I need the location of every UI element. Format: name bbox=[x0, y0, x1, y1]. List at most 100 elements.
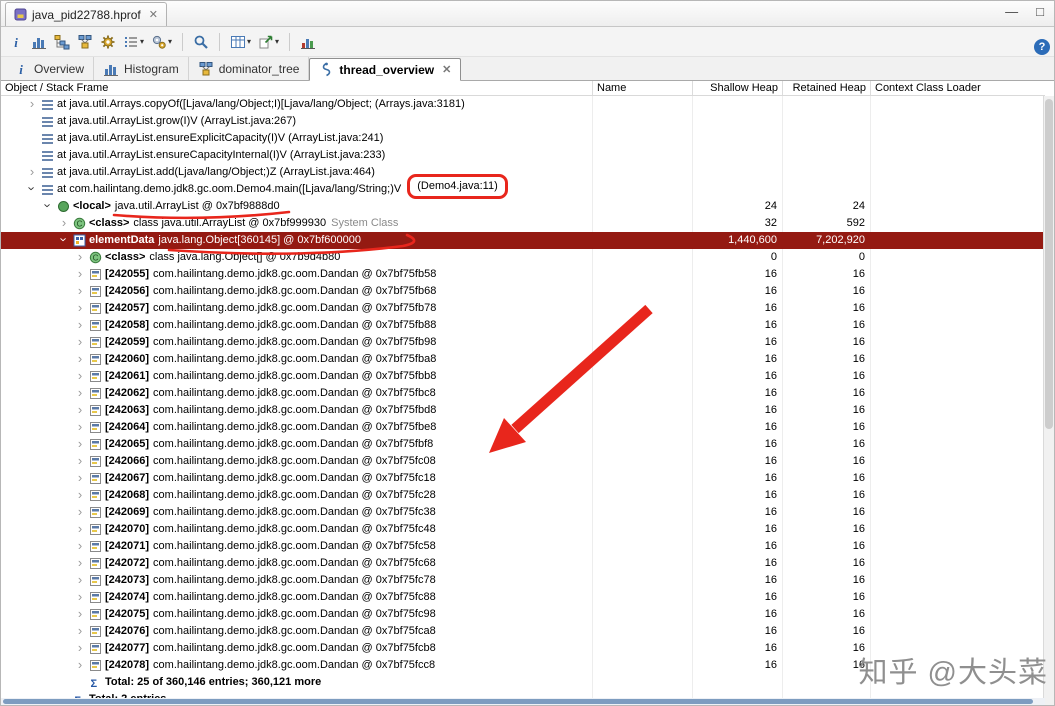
row-label: at java.util.ArrayList.ensureCapacityInt… bbox=[57, 149, 386, 161]
tab-dominator_tree[interactable]: dominator_tree bbox=[189, 57, 310, 80]
retained-heap-cell: 16 bbox=[783, 470, 871, 487]
table-row[interactable]: [242067]com.hailintang.demo.jdk8.gc.oom.… bbox=[1, 470, 1045, 487]
shallow-heap-cell: 16 bbox=[693, 283, 783, 300]
table-row[interactable]: [242059]com.hailintang.demo.jdk8.gc.oom.… bbox=[1, 334, 1045, 351]
table-row[interactable]: [242060]com.hailintang.demo.jdk8.gc.oom.… bbox=[1, 351, 1045, 368]
table-row[interactable]: [242074]com.hailintang.demo.jdk8.gc.oom.… bbox=[1, 589, 1045, 606]
column-header-context-class-loader[interactable]: Context Class Loader bbox=[871, 81, 1045, 95]
object-stack-frame-cell: [242058]com.hailintang.demo.jdk8.gc.oom.… bbox=[1, 317, 593, 334]
table-row[interactable]: C <class>class java.util.ArrayList @ 0x7b… bbox=[1, 215, 1045, 232]
horizontal-scrollbar[interactable] bbox=[1, 698, 1045, 705]
dominator-tree-button[interactable] bbox=[75, 30, 95, 54]
table-row[interactable]: [242075]com.hailintang.demo.jdk8.gc.oom.… bbox=[1, 606, 1045, 623]
svg-text:Σ: Σ bbox=[90, 678, 97, 689]
column-header-shallow-heap[interactable]: Shallow Heap bbox=[693, 81, 783, 95]
object-icon bbox=[87, 574, 103, 587]
table-row[interactable]: [242064]com.hailintang.demo.jdk8.gc.oom.… bbox=[1, 419, 1045, 436]
column-header-retained-heap[interactable]: Retained Heap bbox=[783, 81, 871, 95]
context-class-loader-cell bbox=[871, 130, 1045, 147]
table-row[interactable]: [242062]com.hailintang.demo.jdk8.gc.oom.… bbox=[1, 385, 1045, 402]
shallow-heap-cell: 16 bbox=[693, 419, 783, 436]
search-button[interactable] bbox=[191, 30, 211, 54]
editor-tab-close-icon[interactable]: ✕ bbox=[149, 8, 158, 21]
histogram-button[interactable] bbox=[29, 30, 49, 54]
table-row[interactable]: [242058]com.hailintang.demo.jdk8.gc.oom.… bbox=[1, 317, 1045, 334]
table-row[interactable]: [242071]com.hailintang.demo.jdk8.gc.oom.… bbox=[1, 538, 1045, 555]
table-row[interactable]: [242056]com.hailintang.demo.jdk8.gc.oom.… bbox=[1, 283, 1045, 300]
name-cell bbox=[593, 181, 693, 198]
export-button[interactable]: ▾ bbox=[256, 30, 281, 54]
name-cell bbox=[593, 317, 693, 334]
context-class-loader-cell bbox=[871, 334, 1045, 351]
class-icon: C bbox=[71, 217, 87, 230]
retained-heap-cell: 16 bbox=[783, 504, 871, 521]
table-row[interactable]: elementDatajava.lang.Object[360145] @ 0x… bbox=[1, 232, 1045, 249]
table-row[interactable]: at java.util.ArrayList.ensureExplicitCap… bbox=[1, 130, 1045, 147]
column-header-name[interactable]: Name bbox=[593, 81, 693, 95]
collapse-arrow-icon[interactable] bbox=[41, 197, 55, 216]
run-report-button[interactable]: ▾ bbox=[149, 30, 174, 54]
expand-arrow-icon[interactable] bbox=[25, 96, 39, 114]
table-row[interactable]: at java.util.Arrays.copyOf([Ljava/lang/O… bbox=[1, 96, 1045, 113]
info-button[interactable]: i bbox=[6, 30, 26, 54]
horizontal-scrollbar-thumb[interactable] bbox=[3, 699, 1033, 704]
name-cell bbox=[593, 402, 693, 419]
table-row[interactable]: at java.util.ArrayList.ensureCapacityInt… bbox=[1, 147, 1045, 164]
table-row[interactable]: at java.util.ArrayList.grow(I)V (ArrayLi… bbox=[1, 113, 1045, 130]
object-stack-frame-cell: [242056]com.hailintang.demo.jdk8.gc.oom.… bbox=[1, 283, 593, 300]
shallow-heap-cell: 16 bbox=[693, 453, 783, 470]
stackframe-icon bbox=[39, 98, 55, 111]
histogram-icon bbox=[103, 61, 119, 77]
table-row[interactable]: [242063]com.hailintang.demo.jdk8.gc.oom.… bbox=[1, 402, 1045, 419]
table-row[interactable]: [242069]com.hailintang.demo.jdk8.gc.oom.… bbox=[1, 504, 1045, 521]
table-row[interactable]: [242073]com.hailintang.demo.jdk8.gc.oom.… bbox=[1, 572, 1045, 589]
table-row[interactable]: [242070]com.hailintang.demo.jdk8.gc.oom.… bbox=[1, 521, 1045, 538]
row-label: [242058] com.hailintang.demo.jdk8.gc.oom.… bbox=[105, 319, 437, 331]
name-cell bbox=[593, 470, 693, 487]
row-label: elementData java.lang.Object[360145] @ 0x… bbox=[89, 234, 362, 246]
table-row[interactable]: [242065]com.hailintang.demo.jdk8.gc.oom.… bbox=[1, 436, 1045, 453]
shallow-heap-cell: 16 bbox=[693, 657, 783, 674]
info-icon: i bbox=[13, 61, 29, 77]
name-cell bbox=[593, 283, 693, 300]
vertical-scrollbar[interactable] bbox=[1043, 96, 1054, 705]
tab-thread_overview[interactable]: thread_overview ✕ bbox=[309, 58, 462, 81]
maximize-button[interactable]: □ bbox=[1036, 5, 1044, 19]
table-row[interactable]: [242068]com.hailintang.demo.jdk8.gc.oom.… bbox=[1, 487, 1045, 504]
table-row[interactable]: at com.hailintang.demo.jdk8.gc.oom.Demo4… bbox=[1, 174, 1045, 199]
object-icon bbox=[87, 404, 103, 417]
object-icon bbox=[87, 387, 103, 400]
collapse-arrow-icon[interactable] bbox=[57, 231, 71, 250]
column-header-object-stack-frame[interactable]: Object / Stack Frame bbox=[1, 81, 593, 95]
thread-overview-button[interactable] bbox=[52, 30, 72, 54]
object-icon bbox=[87, 302, 103, 315]
table-row[interactable]: [242066]com.hailintang.demo.jdk8.gc.oom.… bbox=[1, 453, 1045, 470]
tab-overview[interactable]: i Overview bbox=[4, 57, 95, 80]
table-row[interactable]: [242055]com.hailintang.demo.jdk8.gc.oom.… bbox=[1, 266, 1045, 283]
row-label: [242066] com.hailintang.demo.jdk8.gc.oom.… bbox=[105, 455, 436, 467]
minimize-button[interactable]: — bbox=[1005, 5, 1018, 19]
grouping-button[interactable]: ▾ bbox=[228, 30, 253, 54]
retained-heap-cell: 16 bbox=[783, 283, 871, 300]
collapse-arrow-icon[interactable] bbox=[25, 180, 39, 199]
tab-close-icon[interactable]: ✕ bbox=[442, 63, 451, 76]
tab-histogram[interactable]: Histogram bbox=[94, 57, 189, 80]
expand-arrow-icon[interactable] bbox=[73, 656, 87, 675]
query-browser-button[interactable]: ▾ bbox=[121, 30, 146, 54]
expert-system-button[interactable] bbox=[98, 30, 118, 54]
table-row[interactable]: [242057]com.hailintang.demo.jdk8.gc.oom.… bbox=[1, 300, 1045, 317]
editor-tab-hprof[interactable]: java_pid22788.hprof ✕ bbox=[5, 2, 167, 26]
calculate-retained-sizes-button[interactable] bbox=[298, 30, 318, 54]
table-row[interactable]: [242072]com.hailintang.demo.jdk8.gc.oom.… bbox=[1, 555, 1045, 572]
vertical-scrollbar-thumb[interactable] bbox=[1045, 99, 1053, 429]
table-row[interactable]: [242076]com.hailintang.demo.jdk8.gc.oom.… bbox=[1, 623, 1045, 640]
table-row[interactable]: C <class>class java.lang.Object[] @ 0x7b9… bbox=[1, 249, 1045, 266]
shallow-heap-cell bbox=[693, 130, 783, 147]
retained-heap-cell bbox=[783, 130, 871, 147]
shallow-heap-cell: 16 bbox=[693, 436, 783, 453]
row-label: <local> java.util.ArrayList @ 0x7bf9888d0 bbox=[73, 200, 280, 212]
table-row[interactable]: [242061]com.hailintang.demo.jdk8.gc.oom.… bbox=[1, 368, 1045, 385]
table-row[interactable]: <local>java.util.ArrayList @ 0x7bf9888d0… bbox=[1, 198, 1045, 215]
help-icon[interactable]: ? bbox=[1034, 39, 1050, 55]
view-tabs: i Overview Histogram dominator_tree thread_o… bbox=[1, 57, 1054, 81]
